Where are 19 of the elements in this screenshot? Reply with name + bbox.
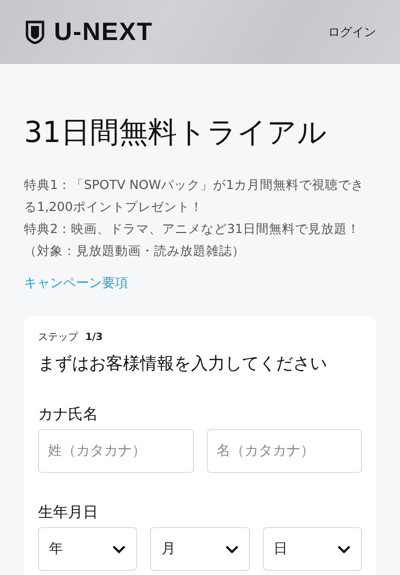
page-title: 31日間無料トライアル	[24, 114, 328, 151]
select-field[interactable]: 月	[150, 527, 250, 571]
benefit-text: 特典2：映画、ドラマ、アニメなど31日間無料で見放題！（対象：見放題動画・読み放題雑誌）	[24, 220, 361, 260]
step-label: ステップ	[38, 332, 78, 343]
input-field[interactable]: 名（カタカナ）	[206, 429, 362, 473]
select-field[interactable]: 年	[38, 527, 138, 571]
chevron-down-icon	[112, 544, 126, 554]
chevron-down-icon	[224, 544, 239, 554]
input-field[interactable]: 姓（カタカナ）	[38, 429, 194, 473]
form-heading: まずはお客様情報を入力してください	[38, 353, 328, 375]
login-link[interactable]: ログイン	[328, 24, 376, 40]
logo-text: U-NEXT	[54, 18, 154, 46]
select-field[interactable]: 日	[262, 527, 362, 571]
step-count: 1/3	[85, 332, 103, 343]
field-label: 生年月日	[38, 503, 99, 522]
field-label: カナ氏名	[38, 405, 99, 424]
benefit-text: 特典1：「SPOTV NOWパック」が1カ月間無料で視聴できる1,200ポイントプレゼント！	[24, 176, 365, 216]
shield-icon	[25, 20, 45, 44]
chevron-down-icon	[337, 544, 351, 554]
